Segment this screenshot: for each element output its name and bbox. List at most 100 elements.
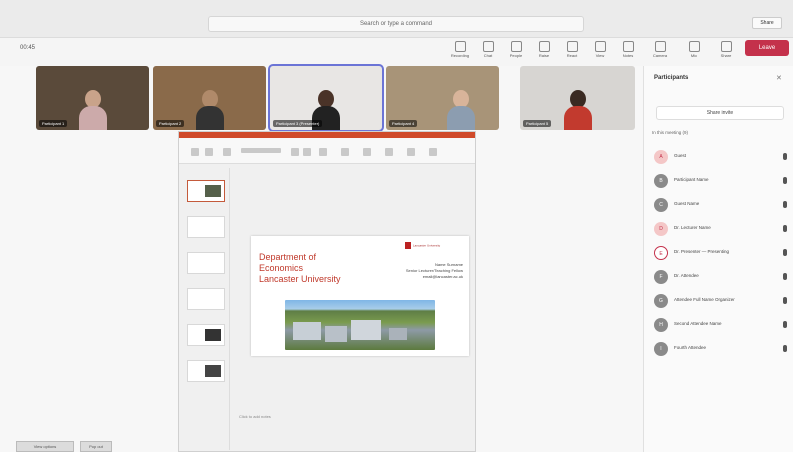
slide-thumbnail[interactable] — [187, 180, 225, 202]
notes-button[interactable]: Notes — [616, 40, 640, 64]
raise-hand-button[interactable]: Raise — [532, 40, 556, 64]
mic-icon — [783, 345, 787, 352]
participant-video — [446, 90, 475, 130]
shape-fill-icon — [407, 148, 415, 156]
pop-out-button[interactable]: Pop out — [80, 441, 112, 452]
participant-row[interactable]: A Guest — [652, 148, 792, 166]
share-screen-button[interactable]: Share — [714, 40, 738, 64]
participant-row[interactable]: H Second Attendee Name — [652, 316, 792, 334]
participant-name: Dr. Lecturer Name — [674, 225, 711, 230]
in-meeting-section-label[interactable]: In this meeting (9) — [652, 130, 688, 135]
mic-icon — [783, 249, 787, 256]
panel-title: Participants — [654, 75, 689, 81]
italic-icon — [303, 148, 311, 156]
bold-icon — [291, 148, 299, 156]
participant-name: Second Attendee Name — [674, 321, 722, 326]
arrange-icon — [363, 148, 371, 156]
avatar: A — [654, 150, 668, 164]
avatar: D — [654, 222, 668, 236]
avatar: I — [654, 342, 668, 356]
thumbnail-image — [205, 185, 221, 197]
participant-name: Guest Name — [674, 201, 700, 206]
mic-icon — [783, 297, 787, 304]
slide-thumbnail[interactable] — [187, 324, 225, 346]
slide-thumbnail[interactable] — [187, 288, 225, 310]
camera-button[interactable]: Camera — [648, 40, 672, 64]
close-icon[interactable]: ✕ — [776, 74, 782, 82]
mic-icon — [783, 225, 787, 232]
people-button[interactable]: People — [504, 40, 528, 64]
shared-screen[interactable]: Department of Economics Lancaster Univer… — [178, 131, 476, 452]
mic-icon — [783, 321, 787, 328]
share-screen-icon — [720, 41, 732, 52]
participant-row[interactable]: G Attendee Full Name Organizer — [652, 292, 792, 310]
slide-thumbnail[interactable] — [187, 216, 225, 238]
mic-icon — [783, 177, 787, 184]
chat-icon — [482, 41, 494, 52]
search-input[interactable]: Search or type a command — [208, 16, 584, 32]
participant-row[interactable]: C Guest Name — [652, 196, 792, 214]
avatar: G — [654, 294, 668, 308]
quick-styles-icon — [385, 148, 393, 156]
mic-icon — [783, 273, 787, 280]
avatar: E — [654, 246, 668, 260]
participant-row[interactable]: E Dr. Presenter — Presenting — [652, 244, 792, 262]
leave-button[interactable]: Leave — [745, 40, 789, 56]
participant-row[interactable]: B Participant Name — [652, 172, 792, 190]
paste-icon — [191, 148, 199, 156]
record-button[interactable]: Recording — [448, 40, 472, 64]
share-button[interactable]: Share — [752, 17, 782, 29]
slide-thumbnail[interactable] — [187, 252, 225, 274]
avatar: C — [654, 198, 668, 212]
participant-name: Guest — [674, 153, 687, 158]
record-icon — [454, 41, 466, 52]
smile-icon — [566, 41, 578, 52]
chat-button[interactable]: Chat — [476, 40, 500, 64]
camera-icon — [654, 41, 666, 52]
designer-icon — [429, 148, 437, 156]
presenter-info: Name Surname Senior Lecturer/Teaching Fe… — [405, 262, 463, 279]
mic-icon — [783, 153, 787, 160]
crest-icon — [405, 242, 411, 249]
people-icon — [510, 41, 522, 52]
notes-icon — [622, 41, 634, 52]
participant-name: Participant 2 — [156, 120, 185, 127]
participant-name: Fourth Attendee — [674, 345, 707, 350]
avatar: F — [654, 270, 668, 284]
participant-name: Dr. Presenter — Presenting — [674, 249, 730, 254]
video-tile[interactable]: Participant 4 — [386, 66, 499, 130]
align-icon — [319, 148, 327, 156]
avatar: B — [654, 174, 668, 188]
layout-icon — [223, 148, 231, 156]
video-tile[interactable]: Participant 2 — [153, 66, 266, 130]
grid-icon — [594, 41, 606, 52]
participants-panel: Participants ✕ Share invite In this meet… — [643, 66, 793, 452]
slide-title: Department of Economics Lancaster Univer… — [259, 252, 341, 284]
video-tile[interactable]: Participant 5 — [520, 66, 635, 130]
thumbnail-image — [205, 365, 221, 377]
video-tile[interactable]: Participant 1 — [36, 66, 149, 130]
participant-name: Attendee Full Name Organizer — [674, 297, 735, 302]
participant-video — [78, 90, 107, 130]
shapes-icon — [341, 148, 349, 156]
thumbnail-image — [205, 329, 221, 341]
meeting-timer: 00:45 — [20, 45, 36, 51]
participant-row[interactable]: I Fourth Attendee — [652, 340, 792, 358]
view-options-button[interactable]: View options — [16, 441, 74, 452]
campus-photo — [285, 300, 435, 350]
participant-row[interactable]: F Dr. Attendee — [652, 268, 792, 286]
participant-row[interactable]: D Dr. Lecturer Name — [652, 220, 792, 238]
participant-name: Participant 5 — [523, 120, 552, 127]
notes-pane[interactable]: Click to add notes — [239, 414, 271, 419]
view-button[interactable]: View — [588, 40, 612, 64]
font-box-icon — [241, 148, 281, 153]
slide-thumbnail[interactable] — [187, 360, 225, 382]
participant-name: Participant 1 — [39, 120, 68, 127]
university-logo: Lancaster University — [405, 242, 457, 249]
react-button[interactable]: React — [560, 40, 584, 64]
share-invite-button[interactable]: Share invite — [656, 106, 784, 120]
participant-video — [563, 90, 592, 130]
mic-button[interactable]: Mic — [682, 40, 706, 64]
current-slide[interactable]: Department of Economics Lancaster Univer… — [251, 236, 469, 356]
video-tile-active-speaker[interactable]: Participant 3 (Presenter) — [268, 64, 384, 132]
